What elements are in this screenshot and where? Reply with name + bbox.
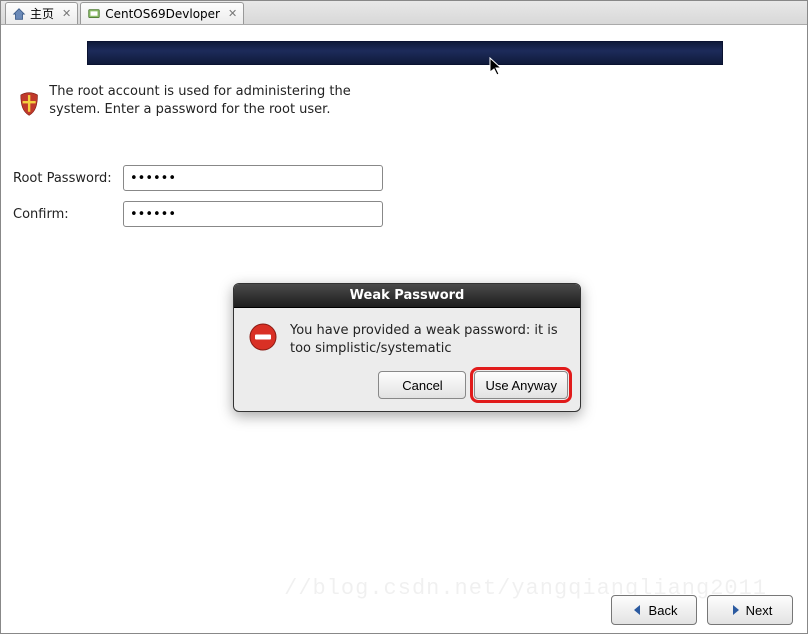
bottom-nav: Back Next [611, 595, 793, 625]
tab-centos[interactable]: CentOS69Devloper ✕ [80, 2, 244, 24]
vm-icon [87, 7, 101, 21]
intro-text: The root account is used for administeri… [49, 83, 399, 118]
dialog-body: You have provided a weak password: it is… [234, 308, 580, 361]
dialog-message: You have provided a weak password: it is… [290, 322, 564, 357]
root-password-input[interactable] [123, 165, 383, 191]
app-window: 主页 ✕ CentOS69Devloper ✕ The root account… [0, 0, 808, 634]
tab-label: CentOS69Devloper [105, 7, 220, 21]
use-anyway-button[interactable]: Use Anyway [474, 371, 568, 399]
next-label: Next [746, 603, 773, 618]
tab-home[interactable]: 主页 ✕ [5, 2, 78, 24]
confirm-password-input[interactable] [123, 201, 383, 227]
header-banner [87, 41, 723, 65]
home-icon [12, 7, 26, 21]
weak-password-dialog: Weak Password You have provided a weak p… [233, 283, 581, 412]
dialog-buttons: Cancel Use Anyway [234, 361, 580, 411]
close-icon[interactable]: ✕ [62, 7, 71, 20]
intro-row: The root account is used for administeri… [19, 83, 399, 125]
next-button[interactable]: Next [707, 595, 793, 625]
close-icon[interactable]: ✕ [228, 7, 237, 20]
arrow-left-icon [631, 603, 645, 617]
root-password-label: Root Password: [13, 171, 123, 186]
cancel-button[interactable]: Cancel [378, 371, 466, 399]
back-label: Back [649, 603, 678, 618]
installer-panel: The root account is used for administeri… [1, 25, 807, 633]
password-form: Root Password: Confirm: [13, 165, 383, 237]
confirm-password-row: Confirm: [13, 201, 383, 227]
tab-bar: 主页 ✕ CentOS69Devloper ✕ [1, 1, 807, 25]
root-password-row: Root Password: [13, 165, 383, 191]
error-icon [248, 322, 278, 352]
confirm-password-label: Confirm: [13, 207, 123, 222]
back-button[interactable]: Back [611, 595, 697, 625]
dialog-title: Weak Password [234, 284, 580, 308]
tab-label: 主页 [30, 5, 54, 22]
arrow-right-icon [728, 603, 742, 617]
shield-icon [19, 83, 39, 125]
